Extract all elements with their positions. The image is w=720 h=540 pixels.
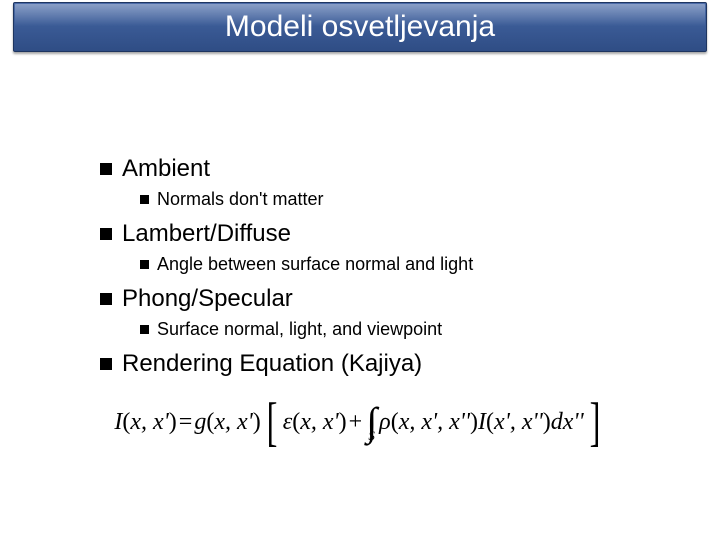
bullet-icon [100, 163, 112, 175]
sub-bullets: Normals don't matter [140, 189, 660, 210]
bullet-label: Rendering Equation (Kajiya) [122, 350, 422, 378]
bullet-phong: Phong/Specular [100, 285, 660, 313]
slide-title: Modeli osvetljevanja [225, 10, 495, 44]
eq-g: g [194, 409, 206, 436]
eq-eps: ε [283, 409, 292, 436]
sub-bullet-label: Angle between surface normal and light [157, 254, 473, 275]
integral-icon: ∫S [366, 402, 377, 442]
bullet-label: Lambert/Diffuse [122, 220, 291, 248]
bullet-label: Phong/Specular [122, 285, 293, 313]
bullet-label: Ambient [122, 155, 210, 183]
title-bar: Modeli osvetljevanja [13, 2, 707, 52]
slide: Modeli osvetljevanja Ambient Normals don… [0, 0, 720, 540]
eq-I2: I [478, 409, 486, 436]
sub-bullets: Angle between surface normal and light [140, 254, 660, 275]
sub-bullets: Surface normal, light, and viewpoint [140, 319, 660, 340]
sub-bullet-label: Surface normal, light, and viewpoint [157, 319, 442, 340]
equation-body: I(x, x') = g(x, x') [ ε(x, x') + ∫S ρ(x,… [114, 395, 605, 449]
eq-dx: dx'' [551, 409, 584, 436]
eq-I: I [114, 409, 122, 436]
sub-bullet-label: Normals don't matter [157, 189, 324, 210]
bullet-icon [140, 260, 149, 269]
eq-I2-args: x', x'' [494, 409, 543, 436]
bullet-icon [100, 293, 112, 305]
eq-rho-args: x, x', x'' [399, 409, 470, 436]
bullet-ambient: Ambient [100, 155, 660, 183]
bullet-icon [140, 195, 149, 204]
bullet-rendering-equation: Rendering Equation (Kajiya) [100, 350, 660, 378]
bullet-icon [140, 325, 149, 334]
sub-bullet: Angle between surface normal and light [140, 254, 660, 275]
bullet-lambert: Lambert/Diffuse [100, 220, 660, 248]
sub-bullet: Normals don't matter [140, 189, 660, 210]
eq-I-args: x, x' [130, 409, 168, 436]
sub-bullet: Surface normal, light, and viewpoint [140, 319, 660, 340]
eq-rho: ρ [379, 409, 391, 436]
content-area: Ambient Normals don't matter Lambert/Dif… [100, 155, 660, 384]
eq-int-sub: S [368, 416, 375, 456]
bullet-icon [100, 358, 112, 370]
equation: I(x, x') = g(x, x') [ ε(x, x') + ∫S ρ(x,… [0, 395, 720, 449]
eq-eps-args: x, x' [300, 409, 338, 436]
bullet-icon [100, 228, 112, 240]
eq-g-args: x, x' [214, 409, 252, 436]
